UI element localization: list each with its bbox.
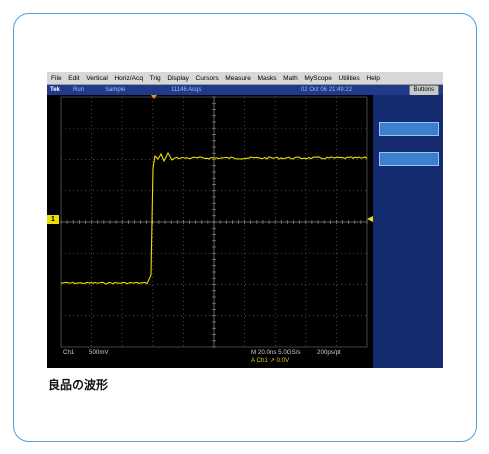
- oscilloscope-screen: File Edit Vertical Horiz/Acq Trig Displa…: [47, 72, 443, 368]
- ch1-marker[interactable]: 1: [47, 215, 59, 224]
- figure-caption: 良品の波形: [48, 378, 109, 392]
- ch1-readout: Ch1: [63, 349, 75, 356]
- ch1-marker-label: 1: [51, 216, 55, 223]
- waveform-display: [60, 95, 373, 348]
- graticule: [60, 96, 368, 348]
- ch1-scale-readout: 500mV: [89, 349, 109, 356]
- record-length-readout: 200ps/pt: [317, 349, 341, 356]
- timebase-readout: M 20.0ns 5.0GS/s: [251, 349, 301, 356]
- trigger-readout: A Ch1 ↗ 0.0V: [251, 357, 290, 364]
- trigger-level-marker: [367, 216, 373, 222]
